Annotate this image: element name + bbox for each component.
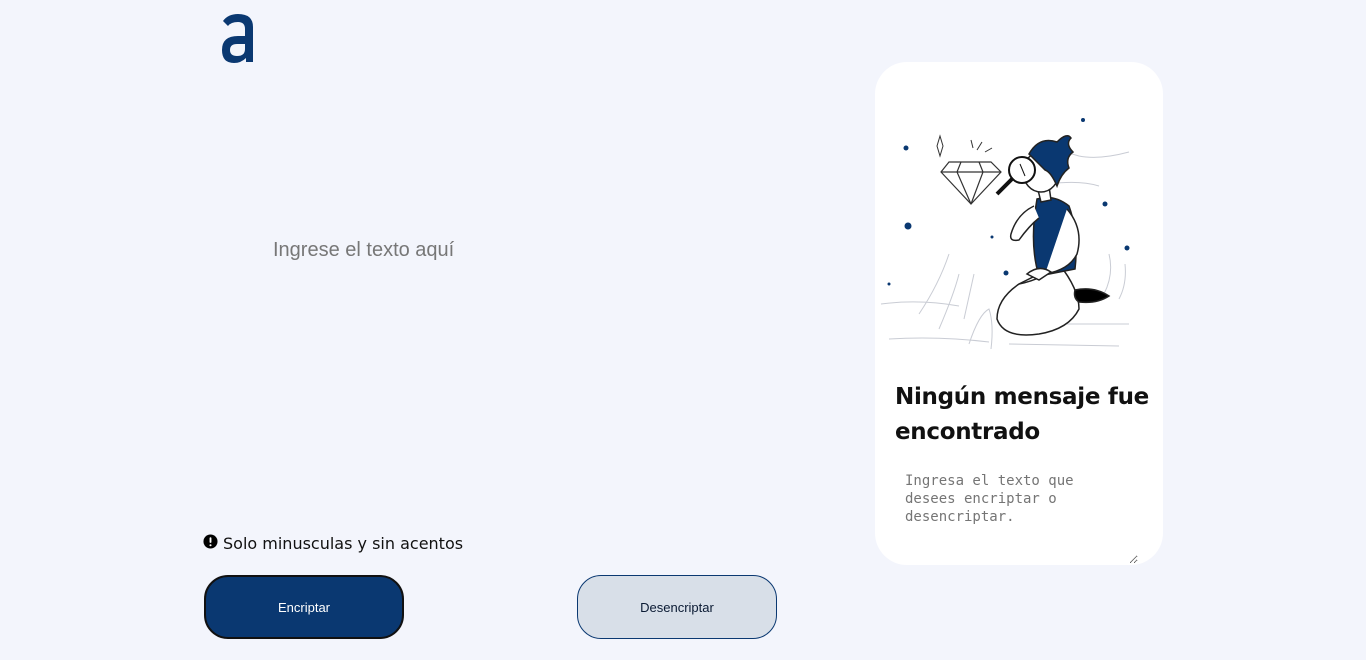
message-input[interactable] (205, 90, 785, 510)
output-textarea[interactable] (895, 466, 1138, 564)
decrypt-button[interactable]: Desencriptar (577, 575, 777, 639)
input-hint: Solo minusculas y sin acentos (203, 534, 463, 553)
alura-logo-icon[interactable] (218, 12, 258, 64)
searching-person-illustration (880, 118, 1130, 350)
encrypt-button[interactable]: Encriptar (204, 575, 404, 639)
app-page: Ingrese el texto aquí Solo minusculas y … (0, 0, 1366, 660)
no-message-title: Ningún mensaje fue encontrado (895, 384, 1149, 445)
hint-text: Solo minusculas y sin acentos (223, 534, 464, 553)
exclamation-circle-icon (203, 534, 218, 549)
output-panel: Ningún mensaje fue encontrado (875, 62, 1163, 565)
